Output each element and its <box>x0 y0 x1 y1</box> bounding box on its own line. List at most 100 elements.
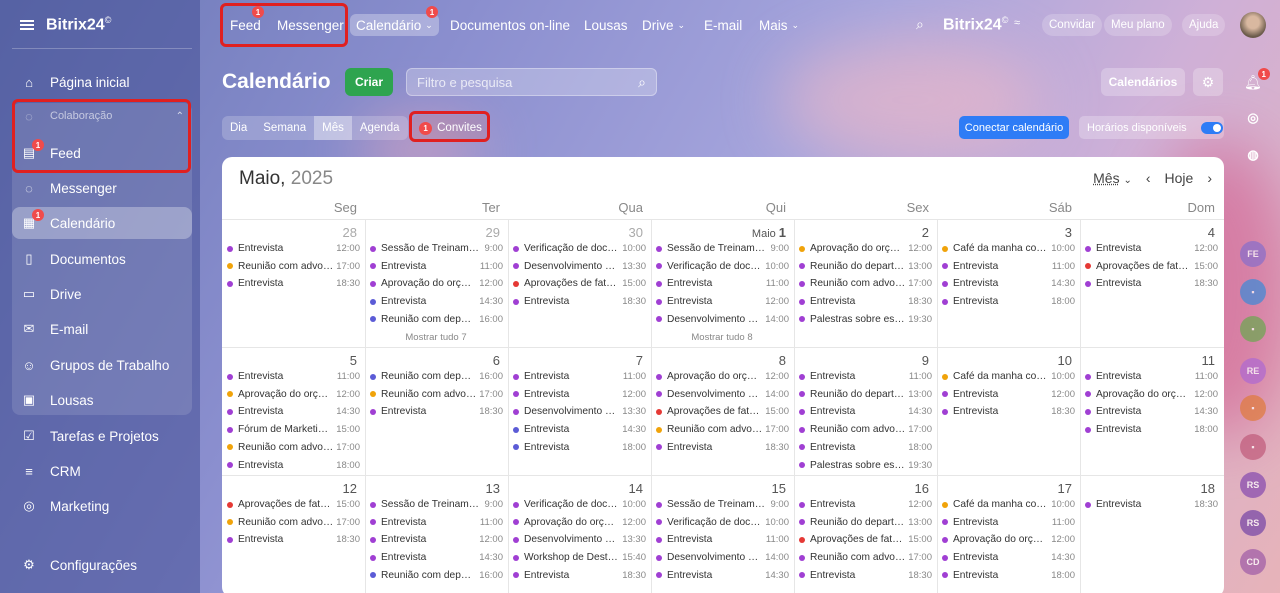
calendar-event[interactable]: Entrevista 18:00 <box>799 439 932 456</box>
calendar-event[interactable]: Reunião com depar… 16:00 <box>370 368 503 385</box>
calendar-event[interactable]: Entrevista 12:00 <box>1085 240 1218 257</box>
calendar-event[interactable]: Aprovações de fatu… 15:00 <box>656 403 789 420</box>
calendar-event[interactable]: Entrevista 14:30 <box>370 549 503 566</box>
calendar-event[interactable]: Desenvolvimento d… 14:00 <box>656 386 789 403</box>
sidebar-item-board[interactable]: ▣ Lousas <box>12 384 192 416</box>
calendar-event[interactable]: Verificação de docu… 10:00 <box>656 514 789 531</box>
view-tab-0[interactable]: Dia <box>222 116 255 140</box>
calendar-event[interactable]: Verificação de docu… 10:00 <box>513 240 646 257</box>
calendar-event[interactable]: Entrevista 14:30 <box>799 403 932 420</box>
create-button[interactable]: Criar <box>345 68 393 96</box>
notifications-button[interactable]: 🔔︎ 1 <box>1244 68 1270 91</box>
calendar-event[interactable]: Workshop de Desti… 15:40 <box>513 549 646 566</box>
show-all-link[interactable]: Mostrar tudo 7 <box>365 332 507 343</box>
calendar-event[interactable]: Café da manha co… 10:00 <box>942 368 1075 385</box>
copilot-icon[interactable]: ◎ <box>1240 105 1266 131</box>
calendar-event[interactable]: Reunião com depar… 16:00 <box>370 311 503 328</box>
calendar-event[interactable]: Entrevista 12:00 <box>513 386 646 403</box>
calendar-event[interactable]: Aprovação do orça… 12:00 <box>799 240 932 257</box>
plan-button[interactable]: Meu plano <box>1104 14 1172 36</box>
calendar-event[interactable]: Desenvolvimento d… 13:30 <box>513 403 646 420</box>
calendar-event[interactable]: Reunião com advo… 17:00 <box>370 386 503 403</box>
calendar-event[interactable]: Reunião do departa… 13:00 <box>799 386 932 403</box>
calendar-event[interactable]: Aprovação do orça… 12:00 <box>513 514 646 531</box>
sidebar-item-document[interactable]: ▯ Documentos <box>12 243 192 275</box>
calendar-event[interactable]: Entrevista 12:00 <box>656 293 789 310</box>
calendar-event[interactable]: Reunião com advo… 17:00 <box>799 549 932 566</box>
calendar-event[interactable]: Entrevista 18:00 <box>1085 421 1218 438</box>
calendar-event[interactable]: Entrevista 12:00 <box>942 386 1075 403</box>
calendar-event[interactable]: Reunião com depar… 16:00 <box>370 567 503 584</box>
rail-avatar[interactable]: RE <box>1240 358 1266 384</box>
sidebar-item-crm[interactable]: ≡ CRM <box>12 455 192 487</box>
calendar-event[interactable]: Entrevista 11:00 <box>513 368 646 385</box>
calendar-event[interactable]: Verificação de docu… 10:00 <box>513 496 646 513</box>
calendar-event[interactable]: Entrevista 18:30 <box>799 567 932 584</box>
calendar-event[interactable]: Palestras sobre estil… 19:30 <box>799 311 932 328</box>
calendar-event[interactable]: Sessão de Treinamen… 9:00 <box>656 240 789 257</box>
calendars-button[interactable]: Calendários <box>1101 68 1185 96</box>
view-select[interactable]: Mês ⌄ <box>1093 170 1132 186</box>
calendar-event[interactable]: Café da manha co… 10:00 <box>942 496 1075 513</box>
sidebar-item-tasks[interactable]: ☑ Tarefas e Projetos <box>12 420 192 452</box>
settings-button[interactable]: ⚙ <box>1193 68 1223 96</box>
calendar-event[interactable]: Entrevista 18:30 <box>799 293 932 310</box>
calendar-event[interactable]: Reunião com advo… 17:00 <box>227 439 360 456</box>
calendar-event[interactable]: Entrevista 14:30 <box>227 403 360 420</box>
top-nav-calend-rio[interactable]: Calendário ⌄ 1 <box>350 6 439 36</box>
prev-month-icon[interactable]: ‹ <box>1146 170 1151 186</box>
user-avatar[interactable] <box>1240 12 1266 38</box>
top-nav-documentos-on-line[interactable]: Documentos on-line <box>450 14 570 36</box>
calendar-event[interactable]: Entrevista 11:00 <box>656 531 789 548</box>
view-tab-2[interactable]: Mês <box>314 116 352 140</box>
calendar-event[interactable]: Palestras sobre estil… 19:30 <box>799 457 932 474</box>
calendar-event[interactable]: Aprovação do orça… 12:00 <box>656 368 789 385</box>
calendar-event[interactable]: Desenvolvimento d… 14:00 <box>656 311 789 328</box>
calendar-event[interactable]: Café da manha co… 10:00 <box>942 240 1075 257</box>
available-hours-toggle[interactable]: Horários disponíveis <box>1079 116 1224 139</box>
top-nav-mais[interactable]: Mais ⌄ <box>759 14 799 36</box>
calendar-event[interactable]: Reunião do departa… 13:00 <box>799 514 932 531</box>
calendar-event[interactable]: Entrevista 18:30 <box>513 567 646 584</box>
calendar-event[interactable]: Reunião com advo… 17:00 <box>227 514 360 531</box>
calendar-event[interactable]: Entrevista 11:00 <box>1085 368 1218 385</box>
calendar-event[interactable]: Entrevista 14:30 <box>1085 403 1218 420</box>
calendar-event[interactable]: Entrevista 11:00 <box>942 514 1075 531</box>
sidebar-item-home[interactable]: ⌂ Página inicial <box>12 66 192 98</box>
rail-avatar[interactable]: CD <box>1240 549 1266 575</box>
rail-avatar[interactable]: RS <box>1240 510 1266 536</box>
calendar-event[interactable]: Entrevista 14:30 <box>942 275 1075 292</box>
chat-icon[interactable]: ◍ <box>1240 142 1266 168</box>
top-nav-lousas[interactable]: Lousas <box>584 14 628 36</box>
calendar-event[interactable]: Entrevista 11:00 <box>656 275 789 292</box>
calendar-event[interactable]: Entrevista 14:30 <box>942 549 1075 566</box>
calendar-event[interactable]: Reunião com advo… 17:00 <box>799 421 932 438</box>
calendar-event[interactable]: Entrevista 14:30 <box>370 293 503 310</box>
calendar-event[interactable]: Aprovações de fatu… 15:00 <box>1085 258 1218 275</box>
calendar-event[interactable]: Desenvolvimento d… 13:30 <box>513 531 646 548</box>
connect-calendar-button[interactable]: Conectar calendário <box>959 116 1069 139</box>
calendar-event[interactable]: Entrevista 11:00 <box>799 368 932 385</box>
calendar-event[interactable]: Entrevista 18:30 <box>656 439 789 456</box>
sidebar-item-groups[interactable]: ☺ Grupos de Trabalho <box>12 349 192 381</box>
calendar-event[interactable]: Entrevista 14:30 <box>513 421 646 438</box>
calendar-event[interactable]: Entrevista 12:00 <box>799 496 932 513</box>
calendar-event[interactable]: Entrevista 11:00 <box>370 514 503 531</box>
top-nav-e-mail[interactable]: E-mail <box>704 14 742 36</box>
calendar-event[interactable]: Reunião com advo… 17:00 <box>227 258 360 275</box>
calendar-event[interactable]: Entrevista 18:00 <box>513 439 646 456</box>
calendar-event[interactable]: Reunião do departa… 13:00 <box>799 258 932 275</box>
calendar-event[interactable]: Sessão de Treinamen… 9:00 <box>370 496 503 513</box>
calendar-event[interactable]: Entrevista 18:30 <box>227 531 360 548</box>
calendar-event[interactable]: Desenvolvimento d… 14:00 <box>656 549 789 566</box>
view-tab-1[interactable]: Semana <box>255 116 314 140</box>
sidebar-item-mail[interactable]: ✉ E-mail <box>12 313 192 345</box>
calendar-event[interactable]: Entrevista 18:30 <box>942 403 1075 420</box>
calendar-event[interactable]: Aprovações de fatu… 15:00 <box>227 496 360 513</box>
rail-app-icon[interactable]: ▪ <box>1240 316 1266 342</box>
calendar-event[interactable]: Entrevista 18:30 <box>1085 275 1218 292</box>
calendar-event[interactable]: Desenvolvimento d… 13:30 <box>513 258 646 275</box>
calendar-event[interactable]: Sessão de Treinamen… 9:00 <box>656 496 789 513</box>
toggle-switch[interactable] <box>1200 121 1223 134</box>
calendar-event[interactable]: Entrevista 11:00 <box>942 258 1075 275</box>
